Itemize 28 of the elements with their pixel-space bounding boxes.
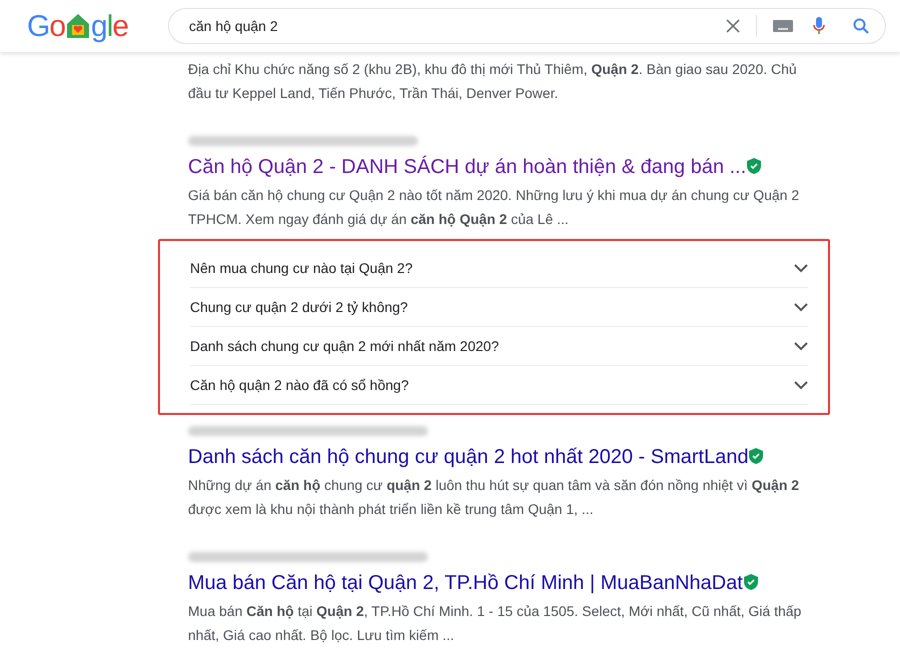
result-title-link[interactable]: Căn hộ Quận 2 - DANH SÁCH dự án hoàn thiện & đang bán ...	[188, 156, 746, 178]
question-text: Danh sách chung cư quận 2 mới nhất năm 2020?	[190, 336, 499, 356]
result-snippet: Những dự án căn hộ chung cư quận 2 luôn thu hút sự quan tâm và săn đón nồng nhiệt vì Quận 2 được xem là khu nội thành phát triển liền kề trung tâm Quận 1, ...	[188, 476, 800, 519]
question-text: Nên mua chung cư nào tại Quận 2?	[190, 258, 413, 278]
question-row[interactable]: Căn hộ quận 2 nào đã có sổ hồng?	[190, 366, 808, 405]
search-query[interactable]: căn hộ quận 2	[189, 16, 726, 36]
logo-text: Go	[27, 8, 66, 44]
chevron-icon	[794, 380, 808, 390]
chevron-icon	[794, 342, 808, 350]
question-row[interactable]: Chung cư quận 2 dưới 2 tỷ không?	[190, 288, 808, 327]
search-icon[interactable]	[853, 18, 869, 34]
question-row[interactable]: Nên mua chung cư nào tại Quận 2?	[190, 249, 808, 288]
chevron-icon	[794, 264, 808, 272]
search-field[interactable]: căn hộ quận 2	[168, 8, 886, 44]
result-snippet: Địa chỉ Khu chức năng số 2 (khu 2B), khu đô thị mới Thủ Thiêm, Quận 2. Bàn giao sau 2020. Chủ đầu tư Keppel Land, Tiến Phước, Trần Thái, Denver Power.	[188, 60, 798, 103]
result-title-link[interactable]: Mua bán Căn hộ tại Quận 2, TP.Hồ Chí Minh | MuaBanNhaDat	[188, 572, 743, 594]
result-snippet: Mua bán Căn hộ tại Quận 2, TP.Hồ Chí Minh. 1 - 15 của 1505. Select, Mới nhất, Cũ nhất, Giá thấp nhất, Giá cao nhất. Bộ lọc. Lưu tìm kiếm ...	[188, 602, 802, 645]
house-logo-icon	[66, 13, 90, 39]
question-text: Căn hộ quận 2 nào đã có sổ hồng?	[190, 376, 409, 395]
result-snippet: Giá bán căn hộ chung cư Quận 2 nào tốt năm 2020. Những lưu ý khi mua dự án chung cư Quận 2 TPHCM. Xem ngay đánh giá dự án căn hộ Quận 2 của Lê ...	[188, 186, 800, 229]
keyboard-icon[interactable]	[773, 20, 793, 32]
question-text: Chung cư quận 2 dưới 2 tỷ không?	[190, 298, 408, 317]
microphone-icon[interactable]	[813, 17, 825, 35]
logo-text: gle	[91, 8, 128, 44]
close-icon[interactable]	[726, 19, 740, 33]
result-title-link[interactable]: Danh sách căn hộ chung cư quận 2 hot nhất 2020 - SmartLand	[188, 446, 748, 468]
chevron-icon	[794, 302, 808, 312]
question-row[interactable]: Danh sách chung cư quận 2 mới nhất năm 2020?	[190, 327, 808, 366]
